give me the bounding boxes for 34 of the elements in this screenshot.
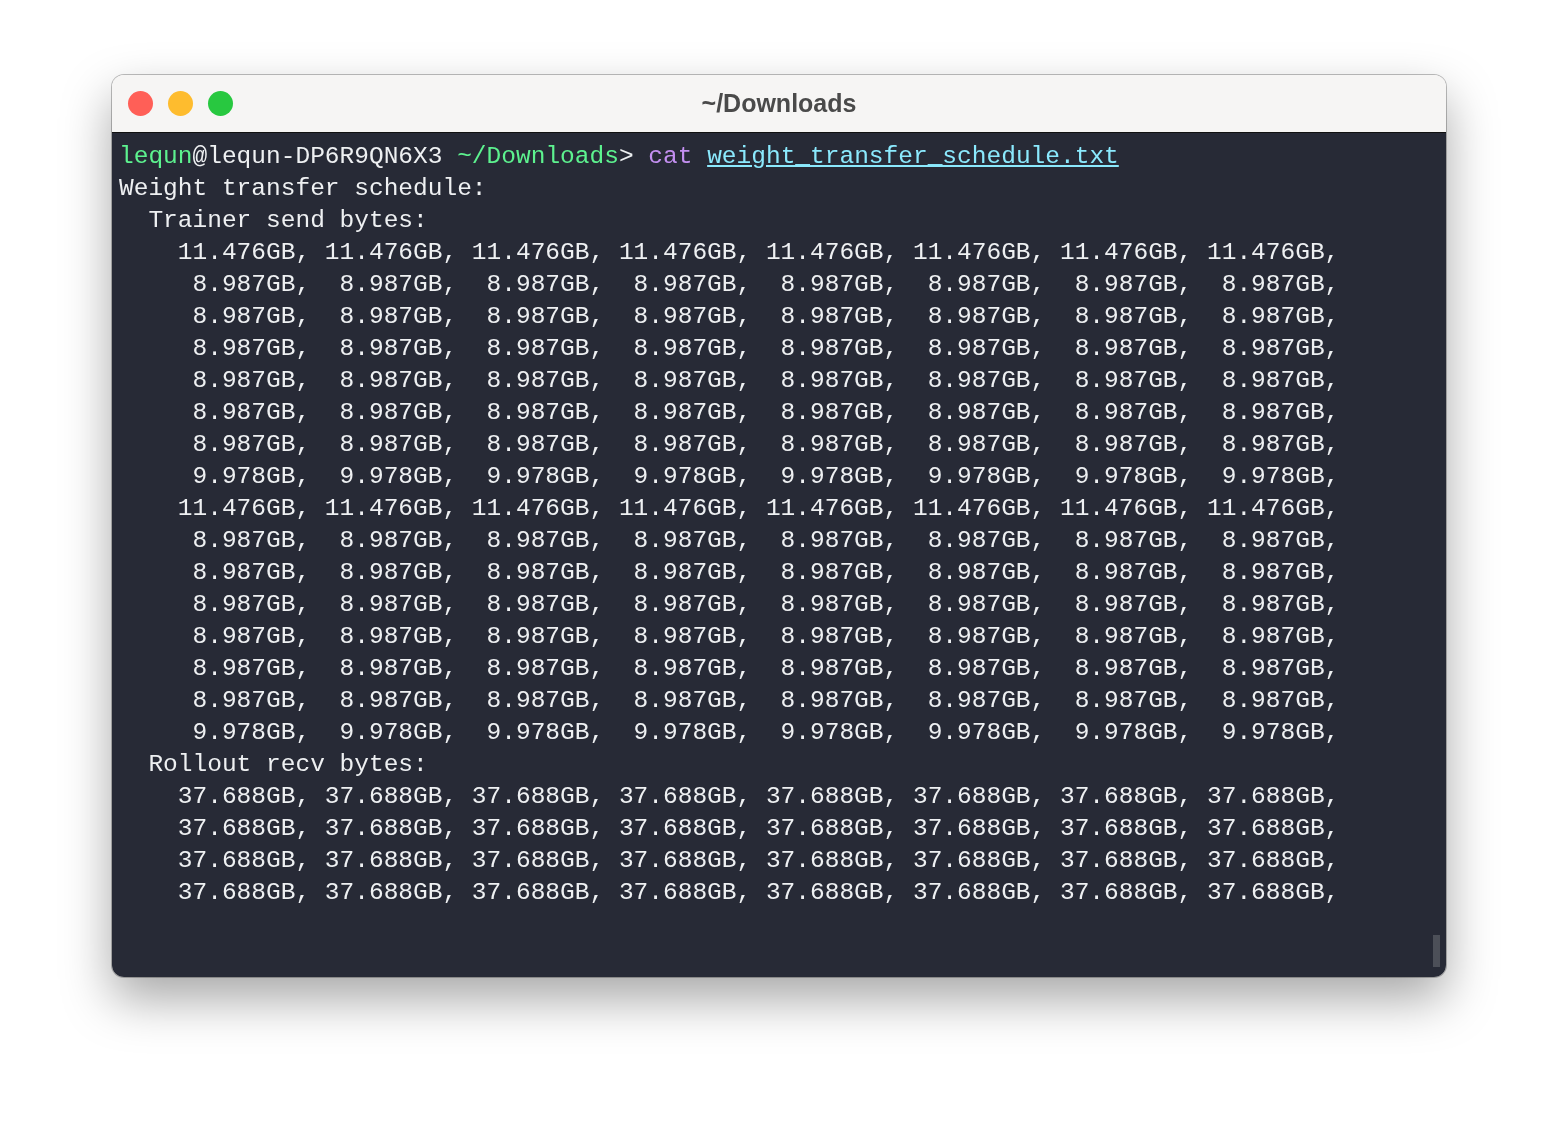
zoom-button[interactable]	[208, 91, 233, 116]
output-line: 8.987GB, 8.987GB, 8.987GB, 8.987GB, 8.987GB, 8.987GB, 8.987GB, 8.987GB,	[191, 527, 1340, 554]
output-line: 8.987GB, 8.987GB, 8.987GB, 8.987GB, 8.987GB, 8.987GB, 8.987GB, 8.987GB,	[191, 335, 1340, 362]
command-name: cat	[648, 143, 693, 170]
output-line: 37.688GB, 37.688GB, 37.688GB, 37.688GB, 37.688GB, 37.688GB, 37.688GB, 37.688GB,	[176, 815, 1340, 842]
scrollbar-thumb[interactable]	[1433, 935, 1440, 967]
output-line: 8.987GB, 8.987GB, 8.987GB, 8.987GB, 8.987GB, 8.987GB, 8.987GB, 8.987GB,	[191, 303, 1340, 330]
prompt-host: @lequn-DP6R9QN6X3	[192, 143, 443, 170]
output-line: 8.987GB, 8.987GB, 8.987GB, 8.987GB, 8.987GB, 8.987GB, 8.987GB, 8.987GB,	[191, 655, 1340, 682]
output-line: Weight transfer schedule:	[119, 175, 487, 202]
output-line: 37.688GB, 37.688GB, 37.688GB, 37.688GB, 37.688GB, 37.688GB, 37.688GB, 37.688GB,	[176, 879, 1340, 906]
output-line: 8.987GB, 8.987GB, 8.987GB, 8.987GB, 8.987GB, 8.987GB, 8.987GB, 8.987GB,	[191, 623, 1340, 650]
output-line: 8.987GB, 8.987GB, 8.987GB, 8.987GB, 8.987GB, 8.987GB, 8.987GB, 8.987GB,	[191, 399, 1340, 426]
prompt-user: lequn	[119, 143, 193, 170]
output-line: 9.978GB, 9.978GB, 9.978GB, 9.978GB, 9.978GB, 9.978GB, 9.978GB, 9.978GB,	[191, 463, 1340, 490]
output-line: 37.688GB, 37.688GB, 37.688GB, 37.688GB, 37.688GB, 37.688GB, 37.688GB, 37.688GB,	[176, 847, 1340, 874]
output-line: 8.987GB, 8.987GB, 8.987GB, 8.987GB, 8.987GB, 8.987GB, 8.987GB, 8.987GB,	[191, 687, 1340, 714]
minimize-button[interactable]	[168, 91, 193, 116]
output-line: 8.987GB, 8.987GB, 8.987GB, 8.987GB, 8.987GB, 8.987GB, 8.987GB, 8.987GB,	[191, 431, 1340, 458]
output-line: 8.987GB, 8.987GB, 8.987GB, 8.987GB, 8.987GB, 8.987GB, 8.987GB, 8.987GB,	[191, 559, 1340, 586]
window-title: ~/Downloads	[701, 89, 857, 118]
output-line: 11.476GB, 11.476GB, 11.476GB, 11.476GB, 11.476GB, 11.476GB, 11.476GB, 11.476GB,	[176, 239, 1340, 266]
prompt-path: ~/Downloads	[457, 143, 619, 170]
output-line: 8.987GB, 8.987GB, 8.987GB, 8.987GB, 8.987GB, 8.987GB, 8.987GB, 8.987GB,	[191, 271, 1340, 298]
file-link[interactable]: weight_transfer_schedule.txt	[707, 143, 1119, 170]
output-line: Rollout recv bytes:	[147, 751, 428, 778]
output-line: Trainer send bytes:	[147, 207, 428, 234]
output-line: 9.978GB, 9.978GB, 9.978GB, 9.978GB, 9.978GB, 9.978GB, 9.978GB, 9.978GB,	[191, 719, 1340, 746]
output-line: 8.987GB, 8.987GB, 8.987GB, 8.987GB, 8.987GB, 8.987GB, 8.987GB, 8.987GB,	[191, 367, 1340, 394]
output-line: 8.987GB, 8.987GB, 8.987GB, 8.987GB, 8.987GB, 8.987GB, 8.987GB, 8.987GB,	[191, 591, 1340, 618]
output-line: 11.476GB, 11.476GB, 11.476GB, 11.476GB, 11.476GB, 11.476GB, 11.476GB, 11.476GB,	[176, 495, 1340, 522]
close-button[interactable]	[128, 91, 153, 116]
output-line: 37.688GB, 37.688GB, 37.688GB, 37.688GB, 37.688GB, 37.688GB, 37.688GB, 37.688GB,	[176, 783, 1340, 810]
prompt-symbol: >	[618, 143, 634, 170]
